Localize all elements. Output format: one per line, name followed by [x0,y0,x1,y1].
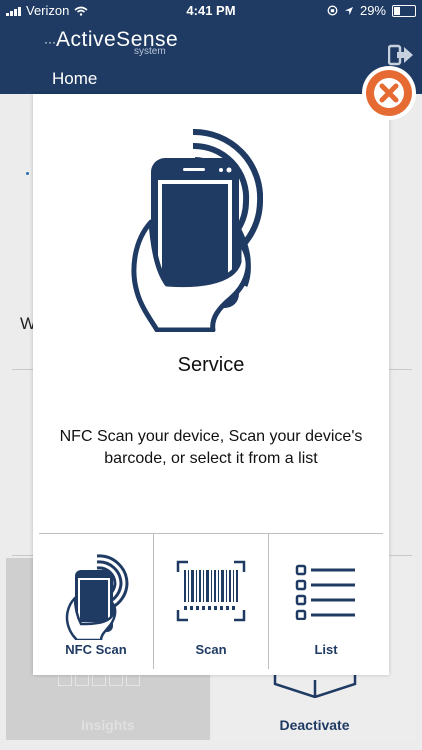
modal-description: NFC Scan your device, Scan your device's… [59,428,363,467]
battery-percent: 29% [359,3,386,18]
list-button[interactable]: List [268,534,383,669]
scan-label: Scan [195,642,227,657]
scan-options: NFC Scan Scan List [39,534,383,669]
insights-label: Insights [81,717,135,733]
service-modal: Service NFC Scan your device, Scan your … [33,94,389,675]
bg-dot [26,172,29,175]
barcode-icon [176,560,246,622]
page-title: Home [52,69,98,88]
close-button[interactable] [362,66,416,120]
nfc-phone-icon [65,554,129,640]
list-label: List [314,642,338,657]
nfc-scan-button[interactable]: NFC Scan [39,534,153,669]
status-bar: Verizon 4:41 PM 29% [0,0,422,20]
nfc-scan-label: NFC Scan [65,642,127,657]
battery-icon [392,4,416,17]
location-icon [344,6,353,15]
orientation-lock-icon [327,5,338,16]
barcode-scan-button[interactable]: Scan [153,534,268,669]
deactivate-label: Deactivate [279,717,350,733]
close-icon [374,78,404,108]
logout-icon[interactable] [388,44,414,66]
status-right: 29% [327,3,416,18]
app-logo-sub: system [134,46,166,57]
app-header: ···ActiveSense system Home [0,20,422,94]
modal-title: Service [177,354,245,376]
nfc-phone-hand-illustration [131,128,263,332]
list-icon [295,564,355,620]
